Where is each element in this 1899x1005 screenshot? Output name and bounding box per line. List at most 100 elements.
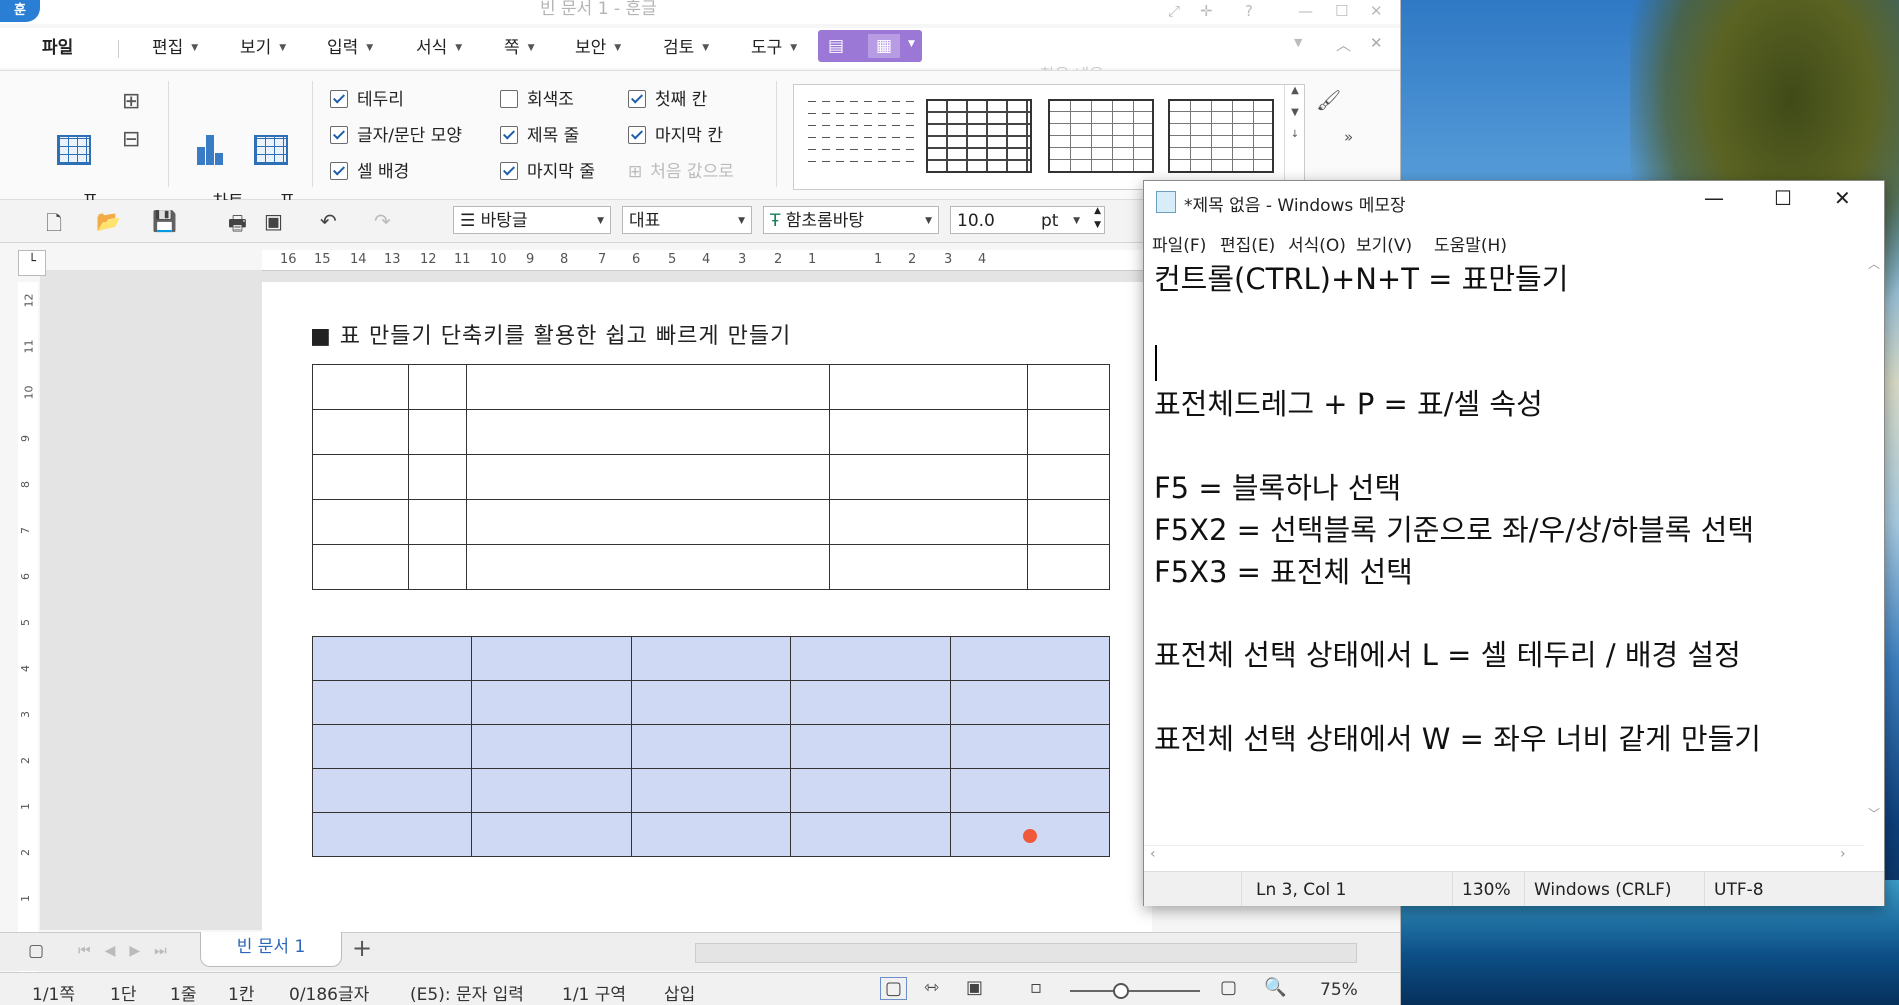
menu-tools[interactable]: 도구 ▼ (751, 34, 797, 62)
menu-file[interactable]: 파일 (42, 34, 73, 62)
reset-icon: ⊞ (628, 162, 643, 182)
hwp-logo-icon[interactable]: 훈 (0, 0, 40, 22)
view-normal-icon[interactable]: ▢ (880, 977, 908, 1000)
menu-edit[interactable]: 편집 ▼ (152, 34, 198, 62)
notepad-horizontal-scrollbar[interactable]: ‹ › (1144, 845, 1864, 866)
notepad-menu-view[interactable]: 보기(V) (1356, 231, 1412, 256)
zoom-out-icon[interactable]: ▫ (1030, 977, 1042, 998)
style-select[interactable]: ☰ 바탕글 ▼ (453, 206, 611, 234)
notepad-statusbar: Ln 3, Col 1 130% Windows (CRLF) UTF-8 (1144, 871, 1884, 906)
add-tab-button[interactable]: + (352, 934, 372, 962)
menu-insert[interactable]: 입력 ▼ (327, 34, 373, 62)
menu-format[interactable]: 서식 ▼ (416, 34, 462, 62)
fullscreen-icon[interactable]: ⤢ (1168, 2, 1180, 20)
scroll-left-icon[interactable]: ‹ (1150, 846, 1156, 862)
view-width-icon[interactable]: ⇿ (924, 977, 939, 998)
checkbox-first-column[interactable]: 첫째 칸 (628, 89, 707, 111)
notepad-minimize-icon[interactable]: — (1704, 186, 1724, 210)
notepad-menu-help[interactable]: 도움말(H) (1434, 231, 1507, 256)
notepad-menu-format[interactable]: 서식(O) (1288, 231, 1346, 256)
table-erase-icon[interactable]: ⊟ (122, 127, 140, 152)
checkbox-last-column[interactable]: 마지막 칸 (628, 125, 723, 147)
menu-review[interactable]: 검토 ▼ (663, 34, 709, 62)
table-selected[interactable] (311, 636, 1111, 857)
notepad-vertical-scrollbar[interactable]: ︿ ﹀ (1864, 255, 1884, 825)
view-page-icon[interactable]: ▣ (966, 977, 983, 998)
tab-view-icon[interactable]: ▢ (28, 941, 44, 961)
vruler-number: 10 (22, 385, 36, 400)
notepad-close-icon[interactable]: ✕ (1834, 186, 1851, 210)
vertical-ruler[interactable]: 121110987654321212 (18, 282, 38, 982)
tab-stop-icon[interactable]: └ (18, 250, 46, 276)
close-doc-icon[interactable]: ✕ (1370, 34, 1383, 52)
checkbox-grayscale[interactable]: 회색조 (500, 89, 574, 111)
help-icon[interactable]: ? (1245, 2, 1253, 20)
new-document-icon[interactable]: 🗋 (46, 209, 62, 243)
undo-icon[interactable]: ↶ (320, 209, 337, 233)
table-style-4[interactable] (1168, 99, 1274, 173)
zoom-in-icon[interactable]: ▢ (1220, 977, 1237, 998)
checkbox-char-para-shape[interactable]: 글자/문단 모양 (330, 125, 462, 147)
font-size-input[interactable]: 10.0 pt ▼ ▲ ▼ (950, 206, 1105, 234)
document-tab[interactable]: 빈 문서 1 (200, 932, 342, 967)
save-icon[interactable]: 💾 (152, 209, 177, 233)
table-icon (57, 135, 91, 165)
table-properties-icon (254, 135, 288, 165)
ruler-number: 10 (490, 252, 507, 267)
scroll-right-icon[interactable]: › (1840, 846, 1846, 862)
menu-view[interactable]: 보기 ▼ (240, 34, 286, 62)
preview-icon[interactable]: ▣ (264, 209, 283, 233)
table-style-2[interactable] (926, 99, 1032, 173)
zoom-slider-thumb[interactable] (1113, 983, 1129, 999)
table-context-tab[interactable]: ▤ ▦ ▼ (818, 30, 922, 62)
notepad-menu-edit[interactable]: 편집(E) (1220, 231, 1275, 256)
table-plain[interactable] (312, 364, 1110, 590)
notepad-maximize-icon[interactable]: ☐ (1774, 186, 1792, 210)
horizontal-scrollbar[interactable] (695, 943, 1357, 963)
ruler-number: 6 (632, 252, 641, 267)
tab-nav-icons[interactable]: ⏮◀▶⏭ (78, 943, 181, 959)
ruler-number: 16 (280, 252, 297, 267)
vruler-number: 2 (19, 757, 32, 764)
scroll-down-icon[interactable]: ﹀ (1868, 805, 1880, 822)
zoom-icon[interactable]: 🔍 (1264, 977, 1286, 998)
hwp-titlebar: 훈 빈 문서 1 - 훈글 ⤢ ✛ ? — ☐ ✕ (0, 0, 1400, 24)
search-dropdown-icon[interactable]: ▼ (1294, 36, 1302, 49)
split-icon[interactable]: ✛ (1200, 2, 1213, 20)
notepad-text-area[interactable]: 컨트롤(CTRL)+N+T = 표만들기 표전체드레그 + P = 표/셀 속성 F… (1154, 259, 1859, 829)
menu-page[interactable]: 쪽 ▼ (504, 34, 535, 62)
close-icon[interactable]: ✕ (1370, 2, 1383, 20)
checkbox-header-row[interactable]: 제목 줄 (500, 125, 579, 147)
scroll-up-icon[interactable]: ︿ (1868, 255, 1880, 272)
table-edit-icon[interactable]: ⊞ (122, 89, 140, 114)
table-style-1[interactable] (808, 99, 914, 173)
checkbox-cell-background[interactable]: 셀 배경 (330, 161, 409, 183)
paint-icon[interactable]: 🖌 (1316, 88, 1341, 112)
ribbon-more-icon[interactable]: » (1344, 128, 1353, 146)
vruler-number: 2 (19, 849, 32, 856)
zoom-slider[interactable] (1070, 990, 1200, 992)
table-design-icon: ▤ (828, 36, 845, 56)
status-zoom[interactable]: 75% (1320, 980, 1358, 1000)
menu-security[interactable]: 보안 ▼ (575, 34, 621, 62)
table-style-3[interactable] (1048, 99, 1154, 173)
vruler-number: 1 (19, 895, 32, 902)
vruler-number: 11 (22, 339, 36, 354)
notepad-status-eol: Windows (CRLF) (1534, 880, 1672, 900)
redo-icon[interactable]: ↷ (374, 209, 391, 233)
language-select[interactable]: 대표 ▼ (622, 206, 752, 234)
font-select[interactable]: Ŧ 함초롬바탕 ▼ (763, 206, 939, 234)
print-icon[interactable]: 🖶 (228, 209, 247, 243)
horizontal-ruler[interactable]: 16 15 14 13 12 11 10 9 8 7 6 5 4 3 2 1 1 2 3 4 (262, 250, 1152, 271)
status-insert[interactable]: 삽입 (664, 980, 695, 1005)
checkbox-last-row[interactable]: 마지막 줄 (500, 161, 595, 183)
notepad-menu-file[interactable]: 파일(F) (1152, 231, 1206, 256)
minimize-icon[interactable]: — (1298, 2, 1313, 20)
reset-default-button[interactable]: ⊞ 처음 값으로 (628, 161, 734, 183)
gallery-scroll[interactable]: ▲ ▼ ↓ (1284, 85, 1305, 189)
maximize-icon[interactable]: ☐ (1335, 2, 1348, 20)
open-folder-icon[interactable]: 📂 (96, 209, 121, 233)
checkbox-border[interactable]: 테두리 (330, 89, 404, 111)
table-style-gallery[interactable]: ▲ ▼ ↓ (793, 84, 1305, 190)
collapse-ribbon-icon[interactable]: ︿ (1336, 34, 1351, 55)
